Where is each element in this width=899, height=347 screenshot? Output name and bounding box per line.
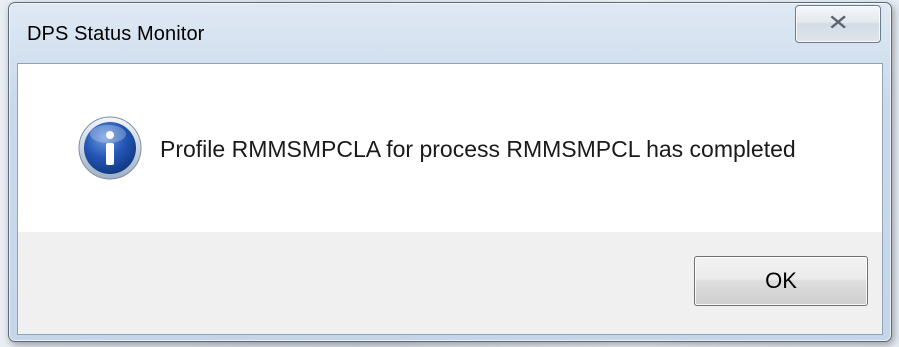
ok-button[interactable]: OK	[694, 256, 868, 306]
close-button[interactable]: ✕	[795, 5, 881, 43]
message-text: Profile RMMSMPCLA for process RMMSMPCL h…	[160, 136, 796, 162]
title-bar[interactable]: DPS Status Monitor ✕	[9, 3, 891, 61]
dialog-client-area: Profile RMMSMPCLA for process RMMSMPCL h…	[17, 63, 883, 335]
window-title: DPS Status Monitor	[27, 23, 205, 45]
information-icon	[78, 116, 142, 180]
close-icon: ✕	[826, 11, 850, 36]
button-bar: OK	[18, 232, 882, 334]
dialog-window: DPS Status Monitor ✕ Profile RMMSMPCLA f…	[8, 2, 892, 342]
message-panel: Profile RMMSMPCLA for process RMMSMPCL h…	[18, 64, 882, 232]
